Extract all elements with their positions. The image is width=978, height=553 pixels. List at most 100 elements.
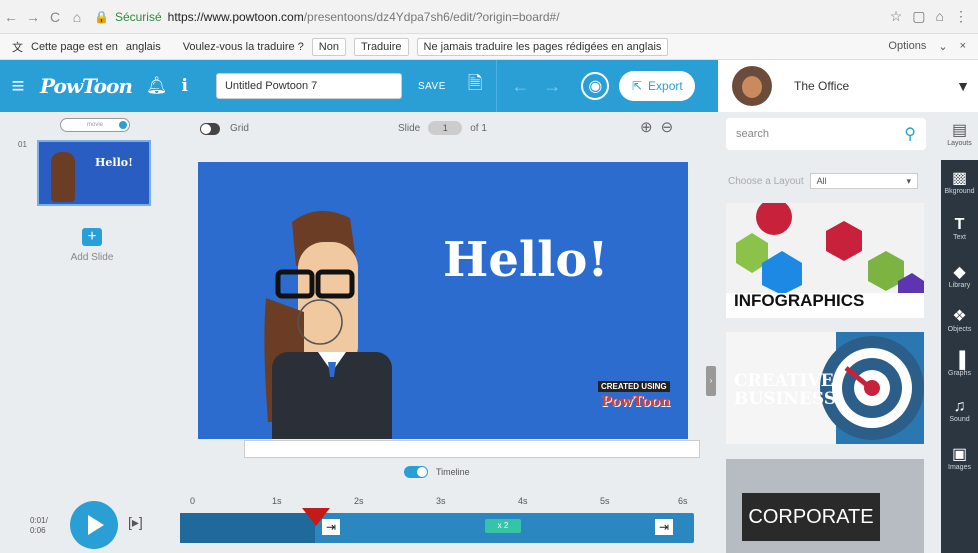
avatar[interactable] xyxy=(732,66,772,106)
grid-toggle[interactable] xyxy=(200,123,220,135)
tick-label: 3s xyxy=(436,496,446,506)
divider xyxy=(496,60,498,112)
lock-icon: 🔒 xyxy=(94,9,109,24)
sound-icon: ♫ xyxy=(953,398,966,415)
slide-of: of 1 xyxy=(470,122,487,134)
document-icon[interactable]: 🗎 xyxy=(468,71,482,101)
export-icon: ⇱ xyxy=(631,79,643,93)
playhead-marker[interactable] xyxy=(302,508,330,526)
tick-label: 1s xyxy=(272,496,282,506)
extension-icon-2[interactable]: ⌂ xyxy=(936,8,944,25)
mode-label: movie xyxy=(86,122,103,128)
rail-sound[interactable]: ♫ Sound xyxy=(941,398,978,423)
tick-label: 4s xyxy=(518,496,528,506)
slide-select[interactable]: 1 xyxy=(428,121,463,135)
close-icon[interactable]: × xyxy=(960,40,966,53)
rail-label: Sound xyxy=(949,416,970,423)
add-slide-label[interactable]: Add Slide xyxy=(62,252,122,263)
info-icon[interactable]: i xyxy=(181,76,187,96)
rail-label: Images xyxy=(948,464,971,471)
export-label: Export xyxy=(648,79,683,93)
reload-icon[interactable]: C xyxy=(44,9,66,25)
never-translate-button[interactable]: Ne jamais traduire les pages rédigées en… xyxy=(416,37,669,56)
watermark-top: CREATED USING xyxy=(598,381,670,392)
slide-stage[interactable]: Hello! CREATED USING PowToon xyxy=(198,162,688,439)
secure-label: Sécurisé xyxy=(114,9,162,24)
tick-label: 2s xyxy=(354,496,364,506)
menu-dots-icon[interactable]: ⋮ xyxy=(954,8,968,25)
extension-icon[interactable]: ▢ xyxy=(912,8,925,25)
forward-icon[interactable]: → xyxy=(22,9,44,25)
zoom-out-icon[interactable]: ⊖ xyxy=(661,118,674,136)
mode-toggle[interactable]: movie xyxy=(60,118,130,132)
search-input[interactable]: search ⚲ xyxy=(726,118,926,150)
exit-marker-icon[interactable]: ⇥ xyxy=(655,519,673,535)
title-input[interactable]: Untitled Powtoon 7 xyxy=(215,73,402,99)
home-icon[interactable]: ⌂ xyxy=(66,9,88,25)
slide-number: 01 xyxy=(18,140,27,149)
rail-objects[interactable]: ❖ Objects xyxy=(941,306,978,333)
timeline-track[interactable] xyxy=(180,513,694,543)
zoom-in-icon[interactable]: ⊕ xyxy=(640,118,653,136)
headline-text[interactable]: Hello! xyxy=(443,232,608,288)
layout-card-corporate[interactable]: CORPORATE xyxy=(726,459,924,553)
zoom-controls: ⊕ ⊖ xyxy=(640,118,673,136)
hamburger-icon[interactable]: ≡ xyxy=(0,73,36,99)
rail-label: Text xyxy=(953,234,966,241)
play-button[interactable] xyxy=(70,501,118,549)
undo-icon[interactable]: ← xyxy=(511,76,529,97)
card-title: CORPORATE xyxy=(742,493,880,541)
rail-label: Objects xyxy=(947,326,972,333)
redo-icon[interactable]: → xyxy=(543,76,561,97)
rail-background[interactable]: ▩ Bkground xyxy=(941,168,978,195)
watermark-logo: PowToon xyxy=(601,394,671,410)
rail-images[interactable]: ▣ Images xyxy=(941,444,978,471)
options-chevron-icon[interactable]: ⌄ xyxy=(938,40,947,53)
rail-text[interactable]: T Text xyxy=(941,216,978,241)
timeline-toggle[interactable] xyxy=(404,466,428,478)
star-icon[interactable]: ☆ xyxy=(890,8,903,25)
export-button[interactable]: ⇱ Export xyxy=(619,71,696,101)
slide-thumbnail[interactable]: Hello! xyxy=(37,140,151,206)
layout-card-infographics[interactable]: INFOGRAPHICS xyxy=(726,203,924,318)
rail-library[interactable]: ◆ Library xyxy=(941,262,978,289)
timeline-ruler: 0 1s 2s 3s 4s 5s 6s xyxy=(180,494,700,514)
tick-label: 5s xyxy=(600,496,610,506)
add-slide-button[interactable]: + xyxy=(82,228,102,246)
tick-label: 6s xyxy=(678,496,688,506)
preview-eye-icon[interactable]: ◉ xyxy=(581,72,610,100)
rail-graphs[interactable]: ▐ Graphs xyxy=(941,352,978,377)
rail-label: Library xyxy=(948,282,971,289)
panel-collapse-handle[interactable]: › xyxy=(706,366,716,396)
graphs-icon: ▐ xyxy=(953,352,966,369)
clip-label[interactable]: x 2 xyxy=(485,519,521,533)
no-button[interactable]: Non xyxy=(311,37,346,56)
layout-filter-select[interactable]: All ▾ xyxy=(809,173,918,189)
chevron-down-icon: ▾ xyxy=(906,175,911,186)
step-forward-icon[interactable]: [▸] xyxy=(128,514,143,531)
layout-card-creative-business[interactable]: CREATIVE BUSINESS xyxy=(726,332,924,444)
rail-layouts[interactable]: ▤ Layouts xyxy=(941,112,978,160)
search-icon[interactable]: ⚲ xyxy=(904,124,916,144)
save-button[interactable]: SAVE xyxy=(418,81,446,92)
images-icon: ▣ xyxy=(951,446,968,463)
bell-icon[interactable]: 🔔︎ xyxy=(146,76,168,96)
time-readout: 0:01/ 0:06 xyxy=(30,516,48,535)
thumbnail-text: Hello! xyxy=(95,156,133,169)
chevron-down-icon[interactable]: ▼ xyxy=(956,78,970,94)
stage-caption-strip xyxy=(244,440,700,458)
back-icon[interactable]: ← xyxy=(0,9,22,25)
card-title: CREATIVE BUSINESS xyxy=(734,371,837,409)
address-bar[interactable]: 🔒 Sécurisé https://www.powtoon.com /pres… xyxy=(94,10,890,24)
time-total: 0:06 xyxy=(30,526,46,535)
layout-filter: Choose a Layout All ▾ xyxy=(728,172,918,190)
background-icon: ▩ xyxy=(951,170,968,187)
translate-button[interactable]: Traduire xyxy=(353,37,409,56)
infographics-art xyxy=(726,203,924,293)
options-button[interactable]: Options xyxy=(888,40,926,53)
timeline-label: Timeline xyxy=(436,467,470,477)
translate-question: Voulez-vous la traduire ? xyxy=(182,40,304,53)
character-illustration[interactable] xyxy=(258,202,408,439)
browser-toolbar: ← → C ⌂ 🔒 Sécurisé https://www.powtoon.c… xyxy=(0,0,978,34)
slide-label: Slide xyxy=(398,122,421,134)
